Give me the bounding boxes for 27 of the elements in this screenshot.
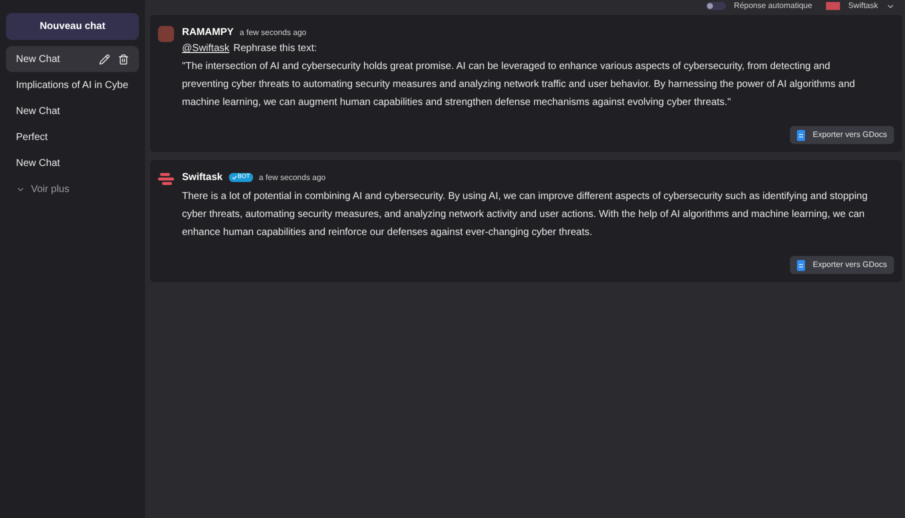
toggle-switch[interactable]: [706, 2, 726, 10]
new-chat-button[interactable]: Nouveau chat: [6, 13, 139, 40]
auto-reply-label: Réponse automatique: [734, 0, 812, 12]
see-more-button[interactable]: Voir plus: [6, 176, 139, 202]
timestamp: a few seconds ago: [258, 172, 326, 184]
avatar: [158, 26, 174, 42]
export-button[interactable]: Exporter vers GDocs: [790, 126, 894, 144]
chat-item[interactable]: New Chat: [6, 46, 139, 72]
assistant-avatar: [826, 2, 840, 10]
document-icon: [796, 260, 805, 270]
author-name: Swiftask: [182, 171, 223, 185]
message-text: Rephrase this text:: [233, 42, 317, 56]
edit-icon[interactable]: [99, 54, 110, 64]
message-text: There is a lot of potential in combining AI and cybersecurity. By using AI, we can improve different aspects of cybersecurity such as identifying and stopping cyber threats, automating security measures, and analyzing network activity and user actions. With the help of AI algorithms and machine learning, we can enhance human capabilities and reinforce our defenses against ever-changing cyber threats.: [182, 190, 869, 240]
author-name: RAMAMPY: [182, 26, 234, 40]
logo-icon: [158, 172, 174, 186]
mention-link[interactable]: @Swiftask: [182, 40, 230, 58]
document-icon: [796, 130, 805, 140]
chat-item[interactable]: Perfect: [6, 124, 139, 150]
assistant-name: Swiftask: [848, 0, 878, 12]
chat-item[interactable]: Implications of AI in Cybe: [6, 72, 139, 98]
export-button[interactable]: Exporter vers GDocs: [790, 256, 894, 274]
delete-icon[interactable]: [118, 54, 129, 64]
chat-item[interactable]: New Chat: [6, 98, 139, 124]
timestamp: a few seconds ago: [240, 26, 306, 38]
chat-item[interactable]: New Chat: [6, 150, 139, 176]
message-text: "The intersection of AI and cybersecurity holds great promise. AI can be leveraged to enhance various aspects of cybersecurity, from detecting and preventing cyber threats to automating security measures and analyzing network traffic and user behavior. By harnessing the power of AI algorithms and machine learning, we can augment human capabilities and strengthen defense mechanisms against evolving cyber threats.": [182, 60, 856, 110]
